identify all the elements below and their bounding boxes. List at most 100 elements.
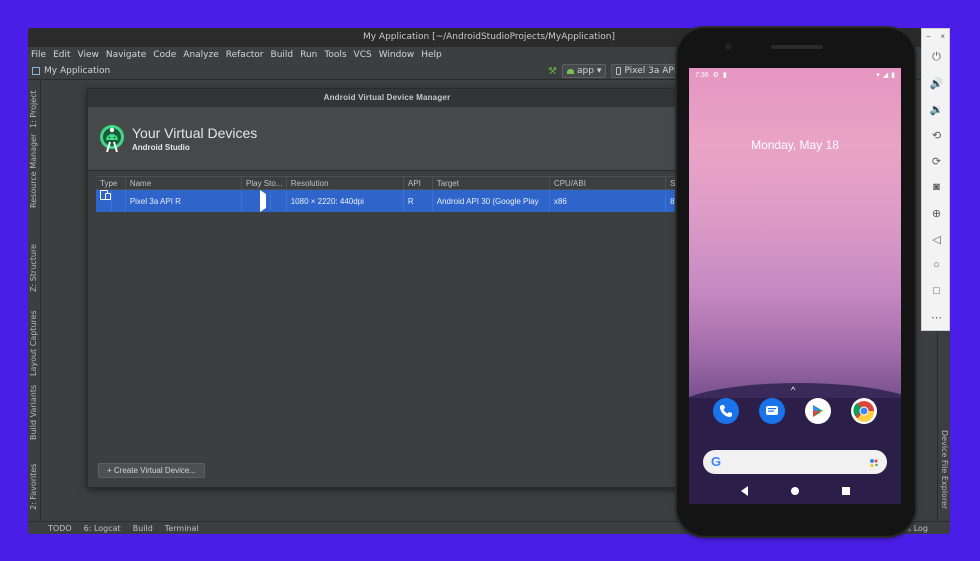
phone-app-icon[interactable]: [713, 398, 739, 424]
screenshot-camera-icon[interactable]: ◙: [922, 174, 951, 200]
emulator-screen[interactable]: 7:36 ⚙ ▮ ▾ ◢ ▮ Monday, May 18 ^ G: [689, 68, 901, 504]
signal-icon: ◢: [882, 72, 889, 79]
zoom-icon[interactable]: ⊕: [922, 200, 951, 226]
menu-file[interactable]: File: [31, 50, 46, 60]
swipe-up-chevron-icon: ^: [791, 385, 796, 395]
google-search-bar[interactable]: G: [703, 450, 887, 474]
column-cpu-abi[interactable]: CPU/ABI: [550, 177, 667, 189]
cell-play-store: [242, 190, 287, 212]
menu-edit[interactable]: Edit: [53, 50, 70, 60]
volume-down-icon[interactable]: 🔉: [922, 96, 951, 122]
breadcrumb-project[interactable]: My Application: [44, 66, 110, 76]
recents-button[interactable]: [841, 487, 850, 495]
menu-run[interactable]: Run: [300, 50, 317, 60]
tool-tab-logcat[interactable]: 6: Logcat: [84, 524, 121, 533]
close-icon[interactable]: ×: [940, 32, 945, 41]
cell-name: Pixel 3a API R: [126, 190, 242, 212]
battery-icon: ▮: [891, 72, 895, 79]
phone-status-bar: 7:36 ⚙ ▮ ▾ ◢ ▮: [689, 68, 901, 82]
play-store-app-icon[interactable]: [805, 398, 831, 424]
tool-tab-build[interactable]: Build: [133, 524, 153, 533]
emulator-device-frame: 7:36 ⚙ ▮ ▾ ◢ ▮ Monday, May 18 ^ G: [677, 28, 915, 536]
power-button-icon[interactable]: ⏻: [922, 44, 951, 70]
messages-app-icon[interactable]: [759, 398, 785, 424]
cell-type: [96, 190, 126, 212]
android-icon: [566, 68, 574, 74]
table-header: Type Name Play Sto... Resolution API Tar…: [96, 176, 686, 190]
settings-gear-icon: ⚙: [712, 72, 719, 79]
page-subtitle: Android Studio: [132, 143, 190, 152]
rotate-left-icon[interactable]: ⟲: [922, 122, 951, 148]
menu-build[interactable]: Build: [271, 50, 294, 60]
column-play-store[interactable]: Play Sto...: [242, 177, 287, 189]
android-studio-logo-icon: [98, 124, 126, 154]
device-label: Pixel 3a API: [624, 66, 677, 76]
lockscreen-date: Monday, May 18: [751, 138, 839, 152]
cell-target: Android API 30 (Google Play: [433, 190, 550, 212]
tool-tab-build-variants[interactable]: Build Variants: [29, 385, 38, 440]
dialog-title: Android Virtual Device Manager: [88, 89, 686, 107]
home-button[interactable]: [790, 487, 799, 495]
status-time: 7:36: [695, 71, 709, 79]
project-folder-icon: [32, 67, 40, 75]
cell-resolution: 1080 × 2220: 440dpi: [287, 190, 404, 212]
tool-tab-todo[interactable]: TODO: [48, 524, 72, 533]
front-camera: [725, 43, 732, 50]
column-name[interactable]: Name: [126, 177, 242, 189]
tool-tab-project[interactable]: 1: Project: [29, 90, 38, 128]
more-options-icon[interactable]: ⋯: [922, 304, 951, 330]
cell-cpu-abi: x86: [550, 190, 667, 212]
emulator-toolbar: − × ⏻ 🔊 🔉 ⟲ ⟳ ◙ ⊕ ◁ ○ □ ⋯: [921, 28, 950, 331]
chrome-app-icon[interactable]: [851, 398, 877, 424]
menu-refactor[interactable]: Refactor: [226, 50, 264, 60]
devices-table: Type Name Play Sto... Resolution API Tar…: [96, 176, 686, 212]
column-resolution[interactable]: Resolution: [287, 177, 404, 189]
page-title: Your Virtual Devices: [132, 125, 258, 141]
phone-navigation-bar: [689, 482, 901, 500]
earpiece-speaker: [771, 45, 823, 49]
minimize-icon[interactable]: −: [926, 32, 931, 41]
tool-tab-structure[interactable]: Z: Structure: [29, 244, 38, 292]
rotate-right-icon[interactable]: ⟳: [922, 148, 951, 174]
back-button[interactable]: [740, 486, 748, 496]
menu-analyze[interactable]: Analyze: [183, 50, 218, 60]
volume-up-icon[interactable]: 🔊: [922, 70, 951, 96]
column-target[interactable]: Target: [433, 177, 550, 189]
run-toolbar: ⚒ app ▾ Pixel 3a API: [548, 64, 682, 78]
menu-code[interactable]: Code: [153, 50, 176, 60]
wifi-icon: ▾: [876, 72, 880, 79]
google-assistant-icon[interactable]: [869, 458, 879, 468]
tool-tab-favorites[interactable]: 2: Favorites: [29, 464, 38, 510]
app-dock: [703, 398, 887, 424]
google-logo-icon: G: [711, 454, 722, 469]
play-store-icon: [260, 190, 271, 212]
column-api[interactable]: API: [404, 177, 433, 189]
make-project-hammer-icon[interactable]: ⚒: [548, 66, 557, 77]
sd-card-icon: ▮: [722, 72, 727, 79]
overview-icon[interactable]: □: [922, 278, 951, 304]
tool-tab-terminal[interactable]: Terminal: [165, 524, 199, 533]
chevron-down-icon: ▾: [596, 66, 602, 76]
tool-tab-device-file-explorer[interactable]: Device File Explorer: [940, 430, 949, 509]
left-tool-strip: 1: Project Resource Manager Z: Structure…: [28, 80, 41, 520]
phone-tablet-icon: [100, 190, 112, 212]
tool-tab-layout-captures[interactable]: Layout Captures: [29, 310, 38, 376]
back-icon[interactable]: ◁: [922, 226, 951, 252]
menu-window[interactable]: Window: [379, 50, 415, 60]
table-row[interactable]: Pixel 3a API R 1080 × 2220: 440dpi R And…: [96, 190, 686, 212]
column-type[interactable]: Type: [96, 177, 126, 189]
dialog-header: Your Virtual Devices Android Studio: [88, 107, 686, 171]
run-config-select[interactable]: app ▾: [561, 64, 607, 78]
menu-help[interactable]: Help: [421, 50, 442, 60]
cell-api: R: [404, 190, 433, 212]
menu-vcs[interactable]: VCS: [354, 50, 372, 60]
home-icon[interactable]: ○: [922, 252, 951, 278]
phone-device-icon: [616, 67, 622, 75]
avd-manager-dialog: Android Virtual Device Manager Your Virt…: [87, 88, 687, 488]
create-virtual-device-button[interactable]: + Create Virtual Device...: [98, 463, 206, 478]
menu-view[interactable]: View: [78, 50, 99, 60]
menu-navigate[interactable]: Navigate: [106, 50, 146, 60]
tool-tab-resource-manager[interactable]: Resource Manager: [29, 134, 38, 208]
menu-tools[interactable]: Tools: [324, 50, 346, 60]
device-select[interactable]: Pixel 3a API: [611, 64, 682, 78]
